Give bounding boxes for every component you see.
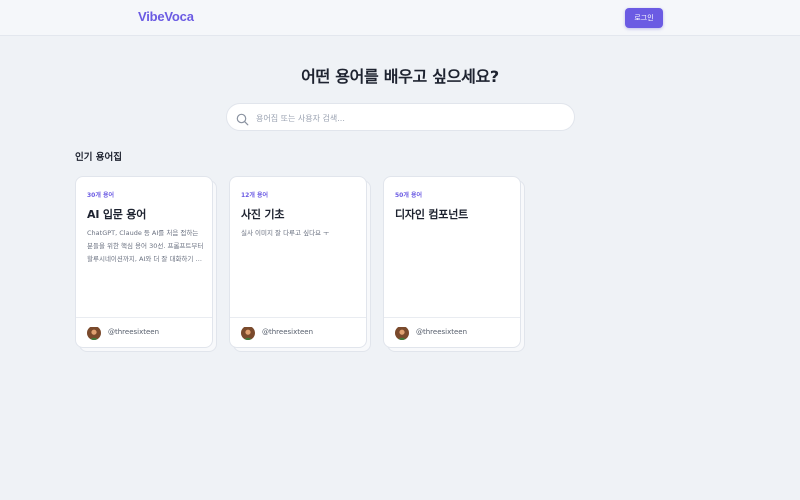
- card-footer: @threesixteen: [384, 317, 520, 347]
- glossary-card[interactable]: 12개 용어 사진 기초 실사 이미지 잘 다루고 싶다요 ㅜ @threesi…: [229, 176, 367, 348]
- search-bar[interactable]: [226, 103, 575, 131]
- term-count-badge: 30개 용어: [87, 192, 114, 199]
- author-handle[interactable]: @threesixteen: [416, 328, 467, 336]
- glossary-card-stack: 12개 용어 사진 기초 실사 이미지 잘 다루고 싶다요 ㅜ @threesi…: [229, 176, 371, 352]
- glossary-title: AI 입문 용어: [87, 208, 147, 221]
- glossary-title: 사진 기초: [241, 208, 285, 221]
- glossary-card[interactable]: 50개 용어 디자인 컴포넌트 @threesixteen: [383, 176, 521, 348]
- glossary-description: ChatGPT, Claude 등 AI를 처음 접하는 분들을 위한 핵심 용…: [87, 229, 204, 263]
- top-nav-bar: VibeVoca 로그인: [0, 0, 800, 36]
- login-button[interactable]: 로그인: [625, 8, 663, 28]
- glossary-description: 실사 이미지 잘 다루고 싶다요 ㅜ: [241, 229, 330, 237]
- glossary-card[interactable]: 30개 용어 AI 입문 용어 ChatGPT, Claude 등 AI를 처음…: [75, 176, 213, 348]
- author-handle[interactable]: @threesixteen: [262, 328, 313, 336]
- glossary-title: 디자인 컴포넌트: [395, 208, 469, 221]
- term-count-badge: 50개 용어: [395, 192, 422, 199]
- author-handle[interactable]: @threesixteen: [108, 328, 159, 336]
- glossary-card-stack: 50개 용어 디자인 컴포넌트 @threesixteen: [383, 176, 525, 352]
- card-footer: @threesixteen: [76, 317, 212, 347]
- avatar[interactable]: [395, 326, 409, 340]
- avatar[interactable]: [241, 326, 255, 340]
- glossary-card-stack: 30개 용어 AI 입문 용어 ChatGPT, Claude 등 AI를 처음…: [75, 176, 217, 352]
- search-icon: [236, 111, 249, 126]
- avatar[interactable]: [87, 326, 101, 340]
- app-logo[interactable]: VibeVoca: [138, 9, 194, 24]
- card-footer: @threesixteen: [230, 317, 366, 347]
- section-title-popular: 인기 용어집: [75, 152, 123, 163]
- page-title: 어떤 용어를 배우고 싶으세요?: [301, 67, 499, 86]
- search-input[interactable]: [256, 109, 556, 127]
- term-count-badge: 12개 용어: [241, 192, 268, 199]
